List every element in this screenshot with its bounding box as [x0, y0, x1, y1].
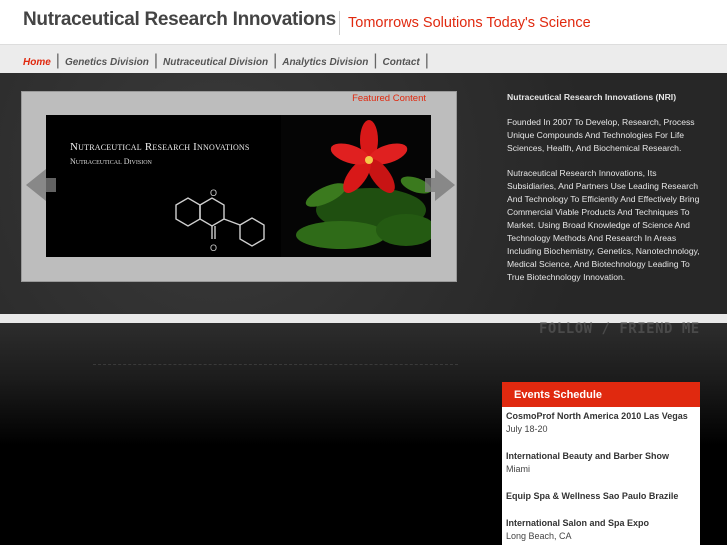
svg-text:O: O	[210, 243, 217, 253]
about-panel: Nutraceutical Research Innovations (NRI)…	[507, 91, 707, 296]
events-schedule-title: Events Schedule	[502, 382, 700, 407]
event-item[interactable]: CosmoProf North America 2010 Las Vegas J…	[502, 407, 700, 436]
site-header: Nutraceutical Research Innovations Tomor…	[0, 0, 727, 44]
event-item[interactable]: International Beauty and Barber Show Mia…	[502, 447, 700, 476]
flower-image	[281, 115, 431, 257]
slide-subtitle: Nutraceutical Division	[70, 157, 152, 166]
follow-friend-link[interactable]: FOLLOW / FRIEND ME	[539, 321, 700, 337]
nav-item-home[interactable]: Home	[23, 57, 51, 68]
nav-separator: |	[273, 52, 278, 69]
event-item[interactable]: Equip Spa & Wellness Sao Paulo Brazile	[502, 487, 700, 503]
event-detail: Long Beach, CA	[506, 531, 572, 541]
event-detail: Miami	[506, 464, 530, 474]
featured-content-label: Featured Content	[352, 93, 426, 104]
nav-item-contact[interactable]: Contact	[383, 57, 420, 68]
site-tagline: Tomorrows Solutions Today's Science	[339, 11, 591, 35]
about-paragraph: Founded In 2007 To Develop, Research, Pr…	[507, 117, 695, 153]
svg-text:O: O	[210, 188, 217, 198]
about-paragraph: Nutraceutical Research Innovations, Its …	[507, 168, 700, 282]
slider-next-arrow-icon[interactable]	[421, 165, 459, 205]
molecule-diagram-icon: O O	[175, 188, 265, 253]
event-detail: July 18-20	[506, 424, 548, 434]
nav-item-nutraceutical-division[interactable]: Nutraceutical Division	[163, 57, 268, 68]
featured-slide[interactable]: Nutraceutical Research Innovations Nutra…	[46, 115, 431, 257]
event-name: CosmoProf North America 2010 Las Vegas	[506, 411, 688, 421]
nav-item-genetics-division[interactable]: Genetics Division	[65, 57, 149, 68]
main-nav: Home | Genetics Division | Nutraceutical Div…	[0, 44, 727, 74]
event-name: International Beauty and Barber Show	[506, 451, 670, 461]
featured-content-slider: Featured Content Nutraceutical Research …	[21, 91, 457, 282]
event-item[interactable]: International Salon and Spa Expo Long Be…	[502, 514, 700, 543]
event-name: International Salon and Spa Expo	[506, 518, 650, 528]
nav-item-analytics-division[interactable]: Analytics Division	[282, 57, 368, 68]
nav-separator: |	[424, 52, 429, 69]
nav-separator: |	[153, 52, 159, 69]
content-divider	[93, 364, 458, 366]
slide-title: Nutraceutical Research Innovations	[70, 141, 250, 153]
site-brand[interactable]: Nutraceutical Research Innovations	[23, 9, 336, 31]
nav-separator: |	[55, 52, 60, 69]
events-schedule-panel: Events Schedule CosmoProf North America …	[502, 382, 700, 545]
slider-previous-arrow-icon[interactable]	[22, 165, 60, 205]
nav-separator: |	[373, 52, 378, 69]
about-title: Nutraceutical Research Innovations (NRI)	[507, 92, 677, 102]
event-name: Equip Spa & Wellness Sao Paulo Brazile	[506, 491, 679, 501]
